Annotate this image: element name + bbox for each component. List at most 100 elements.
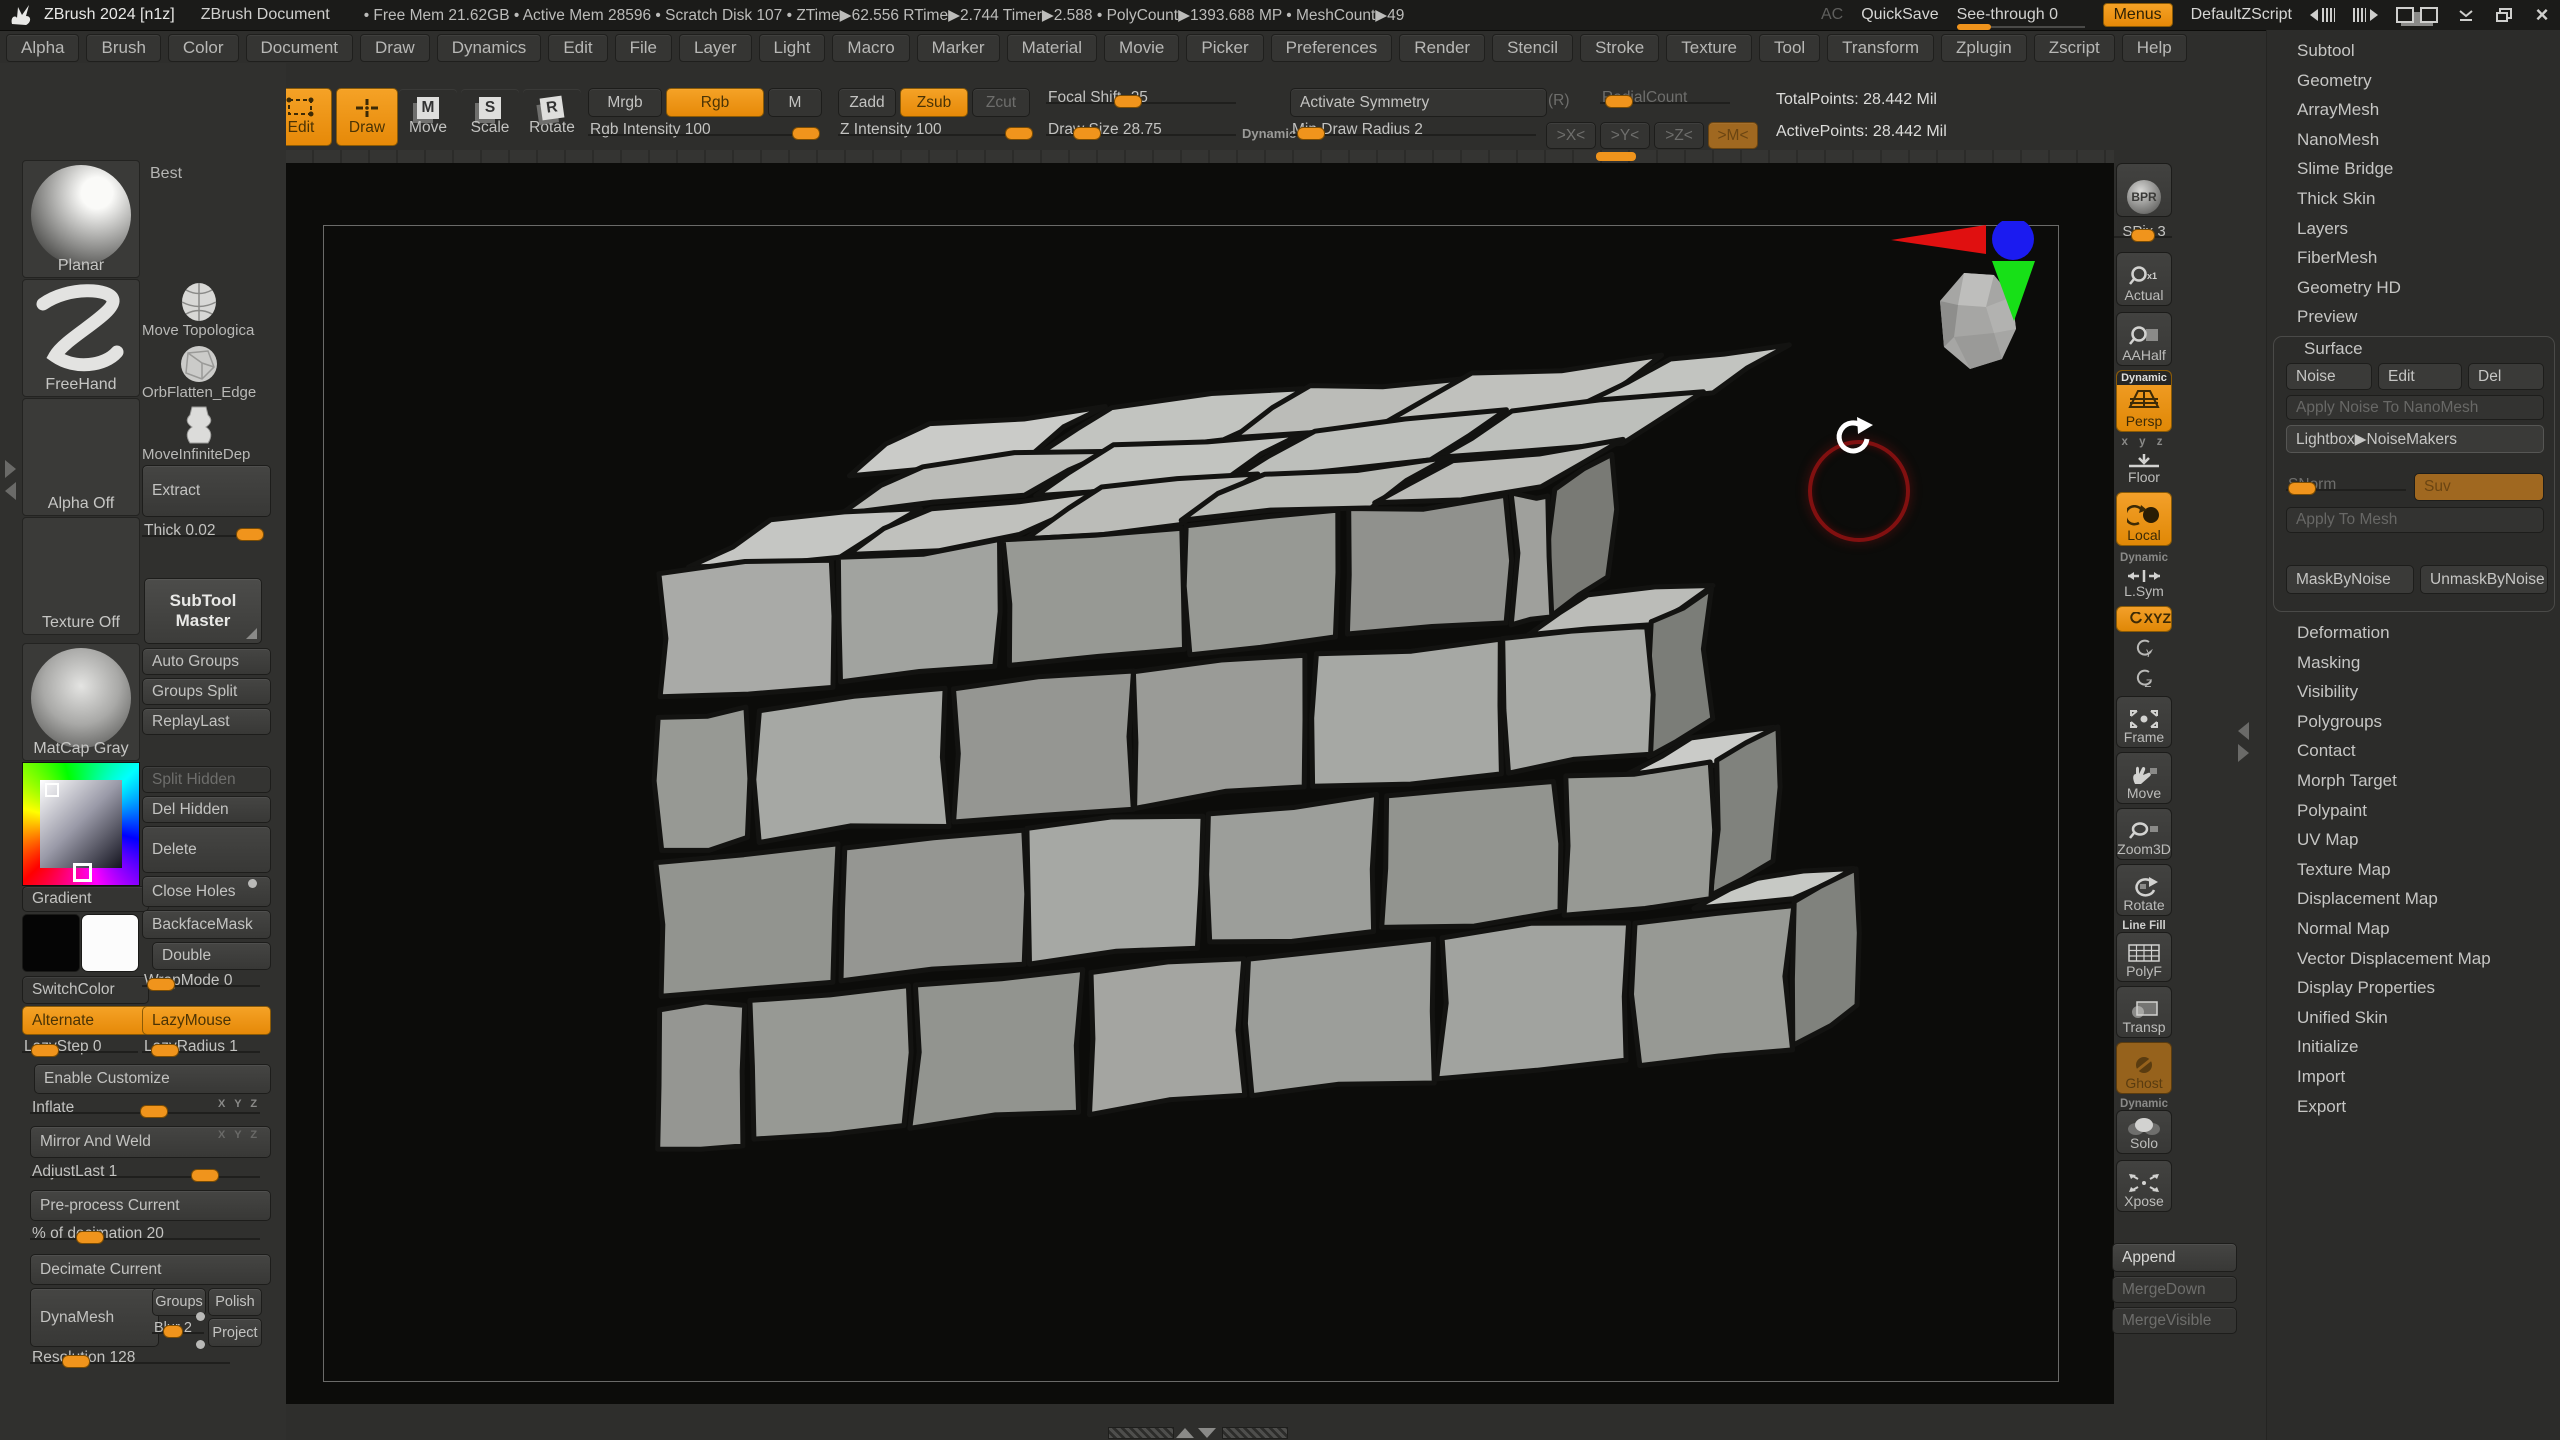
menu-item-draw[interactable]: Draw — [360, 34, 430, 62]
lazyradius-slider[interactable]: LazyRadius 1 — [142, 1037, 260, 1057]
bottom-divider-handle[interactable] — [1108, 1427, 1174, 1439]
tool-subpalette-polypaint[interactable]: Polypaint — [2267, 796, 2560, 826]
tool-subpalette-normal-map[interactable]: Normal Map — [2267, 914, 2560, 944]
menu-item-zscript[interactable]: Zscript — [2034, 34, 2115, 62]
tool-subpalette-initialize[interactable]: Initialize — [2267, 1032, 2560, 1062]
spix-slider[interactable]: SPix 3 — [2114, 222, 2172, 242]
lazymouse-button[interactable]: LazyMouse — [142, 1006, 271, 1035]
wrapmode-slider[interactable]: WrapMode 0 — [142, 971, 260, 991]
del-hidden-button[interactable]: Del Hidden — [142, 796, 271, 823]
move-button[interactable]: M Move — [398, 88, 458, 146]
suv-button[interactable]: Suv — [2414, 473, 2544, 501]
lsym-button[interactable]: L.Sym — [2116, 564, 2172, 602]
tool-subpalette-unified-skin[interactable]: Unified Skin — [2267, 1003, 2560, 1033]
main-color-swatch[interactable] — [22, 914, 80, 972]
lazystep-slider[interactable]: LazyStep 0 — [22, 1037, 138, 1057]
backface-mask-button[interactable]: BackfaceMask — [142, 910, 271, 939]
sym-y-button[interactable]: >Y< — [1600, 122, 1650, 149]
alpha-current[interactable]: Alpha Off — [22, 398, 140, 516]
double-button[interactable]: Double — [152, 942, 271, 970]
left-scroll-dashes[interactable] — [7, 637, 16, 777]
apply-to-mesh-button[interactable]: Apply To Mesh — [2286, 507, 2544, 533]
snorm-slider[interactable]: SNorm — [2286, 475, 2406, 495]
rotate-z-button[interactable]: Z — [2116, 668, 2172, 692]
preprocess-current-button[interactable]: Pre-process Current — [30, 1190, 271, 1221]
tool-subpalette-slime-bridge[interactable]: Slime Bridge — [2267, 154, 2560, 184]
noise-button[interactable]: Noise — [2286, 363, 2372, 390]
tool-subpalette-fibermesh[interactable]: FiberMesh — [2267, 243, 2560, 273]
menu-item-dynamics[interactable]: Dynamics — [437, 34, 542, 62]
right-tray-collapse-icon[interactable] — [2238, 722, 2249, 740]
sym-m-button[interactable]: >M< — [1708, 122, 1758, 149]
dynamesh-button[interactable]: DynaMesh — [30, 1288, 159, 1347]
decimation-pct-slider[interactable]: % of decimation 20 — [30, 1224, 260, 1244]
mergevisible-button[interactable]: MergeVisible — [2112, 1307, 2237, 1334]
tool-subpalette-masking[interactable]: Masking — [2267, 648, 2560, 678]
menu-item-preferences[interactable]: Preferences — [1271, 34, 1393, 62]
left-scroll-dashes[interactable] — [7, 790, 16, 914]
floor-xyz-label[interactable]: x y z — [2116, 436, 2172, 448]
tool-subpalette-displacement-map[interactable]: Displacement Map — [2267, 884, 2560, 914]
tool-subpalette-visibility[interactable]: Visibility — [2267, 677, 2560, 707]
actual-button[interactable]: x1 Actual — [2116, 252, 2172, 306]
activate-symmetry-button[interactable]: Activate Symmetry — [1290, 88, 1547, 117]
color-picker[interactable] — [22, 762, 140, 886]
persp-button[interactable]: Dynamic Persp — [2116, 370, 2172, 432]
aahalf-button[interactable]: AAHalf — [2116, 312, 2172, 366]
menu-item-marker[interactable]: Marker — [917, 34, 1000, 62]
menu-item-material[interactable]: Material — [1007, 34, 1097, 62]
default-zscript-button[interactable]: DefaultZScript — [2191, 6, 2292, 24]
m-button[interactable]: M — [768, 88, 822, 117]
quicksave-button[interactable]: QuickSave — [1861, 6, 1938, 24]
thick-slider[interactable]: Thick 0.02 — [142, 521, 260, 541]
solo-button[interactable]: Solo — [2116, 1110, 2172, 1154]
right-tray-toggle[interactable] — [2353, 8, 2378, 22]
rotate-y-button[interactable]: Y — [2116, 638, 2172, 662]
zadd-button[interactable]: Zadd — [838, 88, 896, 117]
brush-slot-label[interactable]: Move Topologica — [142, 322, 260, 339]
switchcolor-button[interactable]: SwitchColor — [22, 976, 149, 1004]
mask-by-noise-button[interactable]: MaskByNoise — [2286, 565, 2414, 594]
scale-button[interactable]: S Scale — [460, 88, 520, 146]
menu-item-render[interactable]: Render — [1399, 34, 1485, 62]
zcut-button[interactable]: Zcut — [972, 88, 1030, 117]
menu-item-picker[interactable]: Picker — [1186, 34, 1263, 62]
z-intensity-slider[interactable]: Z Intensity 100 — [838, 120, 1028, 140]
noise-edit-button[interactable]: Edit — [2378, 363, 2462, 390]
menu-item-transform[interactable]: Transform — [1827, 34, 1934, 62]
tool-subpalette-subtool[interactable]: Subtool — [2267, 36, 2560, 66]
lightbox-noisemakers-button[interactable]: Lightbox▶NoiseMakers — [2286, 425, 2544, 453]
mirror-weld-xyz-label[interactable]: X Y Z — [218, 1129, 260, 1141]
left-tray-expand-icon[interactable] — [5, 460, 16, 478]
ghost-button[interactable]: Ghost — [2116, 1042, 2172, 1094]
floor-button[interactable]: Floor — [2116, 448, 2172, 488]
brush-slot-label[interactable]: MoveInfiniteDep — [142, 446, 260, 463]
unmask-by-noise-button[interactable]: UnmaskByNoise — [2420, 565, 2548, 594]
texture-current[interactable]: Texture Off — [22, 517, 140, 635]
apply-noise-nanomesh-button[interactable]: Apply Noise To NanoMesh — [2286, 395, 2544, 420]
tool-subpalette-export[interactable]: Export — [2267, 1092, 2560, 1122]
orbflatten-thumb[interactable] — [178, 343, 220, 385]
dynamesh-polish-button[interactable]: Polish — [208, 1288, 262, 1316]
right-tray-expand-icon[interactable] — [2238, 744, 2249, 762]
document-canvas[interactable] — [286, 163, 2114, 1404]
left-tray-collapse-icon[interactable] — [5, 482, 16, 500]
delete-button[interactable]: Delete — [142, 826, 271, 873]
menu-item-alpha[interactable]: Alpha — [6, 34, 79, 62]
noise-del-button[interactable]: Del — [2468, 363, 2544, 390]
axis-gizmo[interactable] — [1889, 221, 2059, 341]
tool-subpalette-polygroups[interactable]: Polygroups — [2267, 707, 2560, 737]
radial-count-slider[interactable]: RadialCount — [1600, 88, 1730, 108]
sym-z-button[interactable]: >Z< — [1654, 122, 1704, 149]
tool-subpalette-preview[interactable]: Preview — [2267, 302, 2560, 332]
menu-item-color[interactable]: Color — [168, 34, 239, 62]
inflate-xyz-label[interactable]: X Y Z — [218, 1098, 260, 1110]
top-tray-divider[interactable] — [286, 150, 2114, 163]
dynamesh-blur-slider[interactable]: Blur 2 — [152, 1318, 204, 1338]
replay-last-button[interactable]: ReplayLast — [142, 708, 271, 735]
menu-item-brush[interactable]: Brush — [86, 34, 160, 62]
tool-subpalette-arraymesh[interactable]: ArrayMesh — [2267, 95, 2560, 125]
brush-current[interactable]: Planar — [22, 160, 140, 278]
tool-subpalette-contact[interactable]: Contact — [2267, 736, 2560, 766]
resolution-slider[interactable]: Resolution 128 — [30, 1348, 230, 1368]
